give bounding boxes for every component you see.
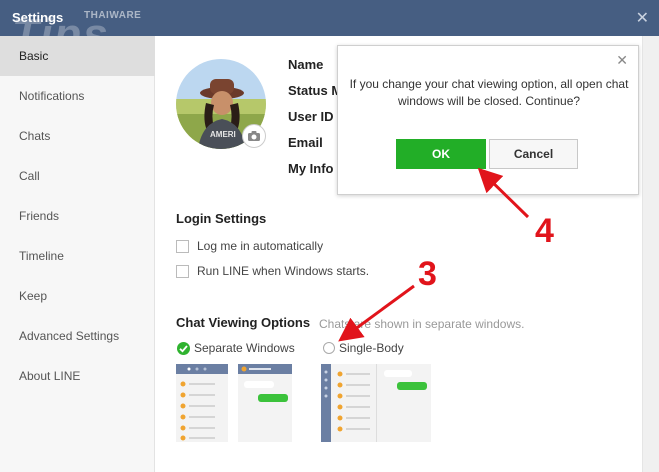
cancel-button[interactable]: Cancel xyxy=(489,139,578,169)
sidebar-item-notifications[interactable]: Notifications xyxy=(0,76,155,116)
field-label-name: Name xyxy=(288,57,324,72)
sidebar-item-keep[interactable]: Keep xyxy=(0,276,155,316)
single-body-radio[interactable] xyxy=(323,342,335,354)
svg-text:AMERI: AMERI xyxy=(210,130,236,139)
auto-login-checkbox[interactable] xyxy=(176,240,189,253)
sidebar-item-timeline[interactable]: Timeline xyxy=(0,236,155,276)
settings-sidebar: Basic Notifications Chats Call Friends T… xyxy=(0,36,155,472)
ok-button[interactable]: OK xyxy=(396,139,486,169)
dialog-message: If you change your chat viewing option, … xyxy=(349,77,629,108)
annotation-step-4: 4 xyxy=(535,212,554,250)
run-on-start-label[interactable]: Run LINE when Windows starts. xyxy=(197,264,369,278)
separate-windows-preview[interactable] xyxy=(176,364,292,442)
watermark-brand: THAIWARE xyxy=(84,10,142,21)
sidebar-item-chats[interactable]: Chats xyxy=(0,116,155,156)
settings-scrollbar[interactable] xyxy=(642,36,659,472)
sidebar-item-call[interactable]: Call xyxy=(0,156,155,196)
camera-icon[interactable] xyxy=(242,124,266,148)
field-label-status: Status M xyxy=(288,83,343,98)
field-label-user-id: User ID xyxy=(288,109,334,124)
chat-viewing-title: Chat Viewing Options xyxy=(176,315,311,330)
separate-windows-radio[interactable] xyxy=(177,342,190,355)
sidebar-item-basic[interactable]: Basic xyxy=(0,36,155,76)
field-label-my-info: My Info xyxy=(288,161,334,176)
sidebar-item-advanced-settings[interactable]: Advanced Settings xyxy=(0,316,155,356)
sidebar-item-friends[interactable]: Friends xyxy=(0,196,155,236)
chat-viewing-hint: Chats are shown in separate windows. xyxy=(319,317,525,331)
dialog-close-icon[interactable]: ✕ xyxy=(616,52,628,69)
annotation-step-3: 3 xyxy=(418,255,437,293)
sidebar-item-about-line[interactable]: About LINE xyxy=(0,356,155,396)
single-body-label[interactable]: Single-Body xyxy=(339,341,404,355)
field-label-email: Email xyxy=(288,135,323,150)
run-on-start-checkbox[interactable] xyxy=(176,265,189,278)
auto-login-label[interactable]: Log me in automatically xyxy=(197,239,323,253)
login-settings-title: Login Settings xyxy=(176,211,267,226)
single-body-preview[interactable] xyxy=(321,364,431,442)
confirm-dialog: ✕ If you change your chat viewing option… xyxy=(337,45,639,195)
window-close-icon[interactable]: ✕ xyxy=(636,8,649,28)
separate-windows-label[interactable]: Separate Windows xyxy=(194,341,295,355)
